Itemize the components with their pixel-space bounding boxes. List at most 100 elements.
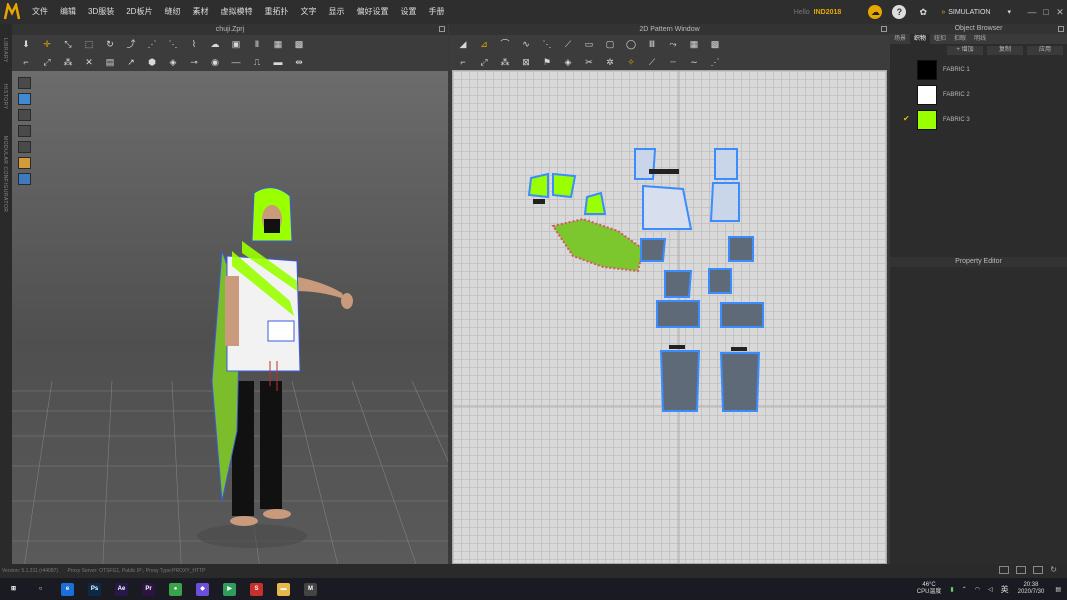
library-tab[interactable]: LIBRARY [2,38,8,63]
history-tab[interactable]: HISTORY [2,84,8,110]
marvelous-app[interactable]: M [297,578,324,600]
topstitch-icon[interactable]: ✂ [583,57,595,67]
polygon-tool-icon[interactable]: ◢ [457,39,469,49]
refresh-icon[interactable]: ↻ [1050,566,1057,574]
mesh-tool-icon[interactable]: ▩ [293,39,305,49]
3d-viewport[interactable] [12,71,448,564]
modular-configurator-tab[interactable]: MODULAR CONFIGURATOR [2,136,8,212]
fabric-row[interactable]: FABRIC 2 [890,82,1067,107]
tab-fabric[interactable]: 织物 [910,34,931,44]
transform-pattern-icon[interactable]: ⊿ [478,39,490,49]
photoshop-app[interactable]: Ps [81,578,108,600]
tab-scene[interactable]: 场景 [890,34,910,44]
mesh-view-icon[interactable] [18,141,31,153]
help-icon[interactable]: ? [892,5,907,19]
start-button[interactable]: ⊞ [0,578,27,600]
tab-button[interactable]: 纽扣 [930,34,950,44]
search-button[interactable]: ○ [27,578,54,600]
fit-tool-icon[interactable]: ⤢ [41,57,53,67]
wifi-icon[interactable]: ◠ [975,586,980,593]
play-app[interactable]: ▶ [216,578,243,600]
ellipse-tool-icon[interactable]: ◯ [625,39,637,49]
clock[interactable]: 20:38 2020/7/30 [1018,582,1045,596]
undock-icon[interactable] [881,26,887,32]
menu-item[interactable]: 设置 [394,0,422,24]
select-tool-icon[interactable]: ⬇ [20,39,32,49]
avatar-skin-icon[interactable] [18,109,31,121]
avatar-face-icon[interactable] [18,157,31,169]
fabric-row[interactable]: FABRIC 1 [890,57,1067,82]
avatar-display-icon[interactable] [18,77,31,89]
snap-tool-icon[interactable]: ↗ [125,57,137,67]
menu-item[interactable]: 偏好设置 [350,0,394,24]
menu-item[interactable]: 文字 [294,0,322,24]
fold-tool-icon[interactable]: ⤴ [125,39,137,49]
user-name[interactable]: IND2018 [814,9,842,16]
menu-item[interactable]: 3D服装 [82,0,120,24]
dart-tool-icon[interactable]: ⟋ [562,39,574,49]
pin-tool-icon[interactable]: ⋱ [167,39,179,49]
menu-item[interactable]: 重拓扑 [258,0,294,24]
tshirt-icon[interactable]: ✿ [916,5,930,19]
minimize-button[interactable]: — [1025,7,1039,17]
menu-item[interactable]: 素材 [186,0,214,24]
grid-tool-icon[interactable]: ▦ [272,39,284,49]
move-tool-icon[interactable]: ✛ [41,39,53,49]
graphic-tool-icon[interactable]: ◈ [167,57,179,67]
menu-item[interactable]: 虚拟模特 [214,0,258,24]
ime-indicator[interactable]: 英 [1001,584,1009,595]
network-icon[interactable]: ⌃ [962,586,967,593]
red-app[interactable]: S [243,578,270,600]
rectangle-tool-icon[interactable]: ▭ [583,39,595,49]
maximize-button[interactable]: □ [1039,7,1053,17]
tab-topstitch[interactable]: 明线 [970,34,990,44]
layout-split-icon[interactable] [1016,566,1027,574]
edit-tool-icon[interactable]: ⤡ [62,39,74,49]
2d-pattern-viewport[interactable] [452,70,887,564]
tack-tool-icon[interactable]: ⋰ [146,39,158,49]
garment-display-icon[interactable] [18,93,31,105]
edge-app[interactable]: e [54,578,81,600]
menu-item[interactable]: 文件 [26,0,54,24]
cpu-temp[interactable]: 46°C CPU温度 [917,582,942,596]
notification-icon[interactable]: ▤ [1055,586,1061,593]
tape-tool-icon[interactable]: ⎍ [251,57,263,67]
after-effects-app[interactable]: Ae [108,578,135,600]
ruler-tool-icon[interactable]: ▬ [272,57,284,67]
button-place-icon[interactable]: ✲ [604,57,616,67]
close-button[interactable]: ✕ [1053,7,1067,18]
battery-icon[interactable]: ▮ [950,586,953,593]
texture-edit-icon[interactable]: ◈ [562,57,574,67]
sew-segment-icon[interactable]: Ⅲ [646,39,658,49]
undock-icon[interactable] [439,26,445,32]
undock-icon[interactable] [1058,26,1064,32]
layout-3d-icon[interactable] [999,566,1010,574]
menu-item[interactable]: 手册 [422,0,450,24]
split-tool-icon[interactable]: ⇹ [293,57,305,67]
mesh-pattern-icon[interactable]: ▩ [709,39,721,49]
folder-app[interactable]: ▬ [270,578,297,600]
add-point-icon[interactable]: ⋱ [541,39,553,49]
premiere-app[interactable]: Pr [135,578,162,600]
free-sew-icon[interactable]: ⤳ [667,39,679,49]
internal-rect-icon[interactable]: ▢ [604,39,616,49]
menu-item[interactable]: 显示 [322,0,350,24]
seamline-icon[interactable]: ⟋ [646,57,658,67]
menu-item[interactable]: 缝纫 [158,0,186,24]
layout-2d-icon[interactable] [1033,566,1044,574]
wave-line-icon[interactable]: ∼ [688,57,700,67]
green-app[interactable]: ● [162,578,189,600]
menu-item[interactable]: 2D板片 [120,0,158,24]
line-tool-icon[interactable]: — [230,57,242,67]
simulation-dropdown[interactable]: » SIMULATION ▾ [941,8,1011,17]
shoe-tool-icon[interactable]: ⌐ [20,57,32,67]
purple-app[interactable]: ◆ [189,578,216,600]
environment-icon[interactable] [18,173,31,185]
zigzag-line-icon[interactable]: ⋰ [709,57,721,67]
check-sewing-icon[interactable]: ⊠ [520,57,532,67]
fabric-swatch[interactable] [917,84,937,105]
measure-tool-icon[interactable]: ⌇ [188,39,200,49]
transform-tool-icon[interactable]: ⬚ [83,39,95,49]
fabric-row[interactable]: ✔ FABRIC 3 [890,107,1067,132]
graphic-place-icon[interactable]: ✧ [625,57,637,67]
